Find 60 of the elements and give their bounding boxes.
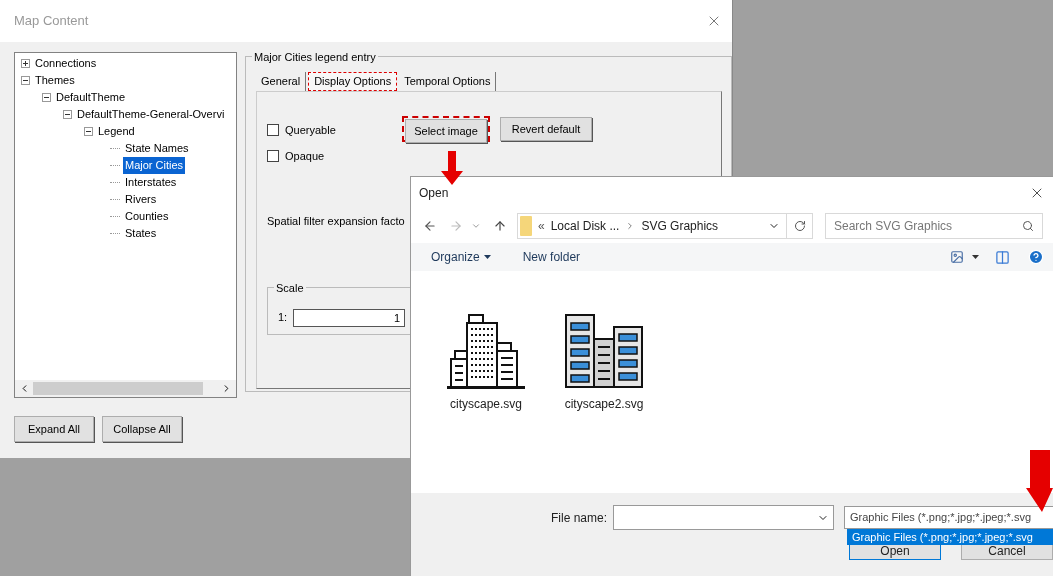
checkbox-label: Opaque <box>285 148 325 164</box>
field-label: Spatial filter expansion facto <box>267 214 405 229</box>
tree-item[interactable]: Major Cities <box>123 157 186 174</box>
checkbox[interactable] <box>267 124 279 137</box>
dialog-button[interactable]: Select image <box>405 119 487 143</box>
tree-item[interactable]: DefaultTheme <box>54 89 128 106</box>
tab[interactable]: Temporal Options <box>399 72 497 91</box>
tree-item[interactable]: DefaultTheme-General-Overvi <box>75 106 227 123</box>
dialog-title: Open <box>419 185 449 202</box>
refresh-icon[interactable] <box>793 220 806 232</box>
field-label: 1: <box>278 310 288 326</box>
tree-item[interactable]: State Names <box>123 140 191 157</box>
path-segment[interactable]: SVG Graphics <box>641 217 719 235</box>
tree-item[interactable]: Legend <box>96 123 137 140</box>
horizontal-scrollbar[interactable] <box>15 380 236 397</box>
dialog-button[interactable]: Revert default <box>500 117 592 141</box>
path-overflow[interactable]: « <box>538 217 545 235</box>
collapse-icon[interactable] <box>84 127 93 136</box>
window-title: Map Content <box>14 12 89 31</box>
tree-item[interactable]: Interstates <box>123 174 179 191</box>
scale-field[interactable]: 1 <box>293 308 406 327</box>
tree-item[interactable]: Rivers <box>123 191 159 208</box>
up-icon[interactable] <box>493 219 507 233</box>
file-type-field[interactable]: Graphic Files (*.png;*.jpg;*.jpeg;*.svg <box>844 506 1053 529</box>
collapse-icon[interactable] <box>63 110 72 119</box>
collapse-icon[interactable] <box>21 76 30 85</box>
preview-pane-icon[interactable] <box>995 249 1010 265</box>
tree-item[interactable]: Themes <box>33 72 77 89</box>
view-icon[interactable] <box>950 250 964 264</box>
path-segment[interactable]: Local Disk ... <box>550 217 620 235</box>
field-label: File name: <box>551 509 608 527</box>
caret-icon <box>483 255 491 259</box>
new-folder-button[interactable]: New folder <box>522 248 581 266</box>
dialog-button[interactable]: Expand All <box>14 416 94 442</box>
tab[interactable]: General <box>256 72 307 91</box>
checkbox-label: Queryable <box>285 123 336 138</box>
organize-button[interactable]: Organize <box>431 248 491 266</box>
arrow-annotation <box>441 151 463 185</box>
back-icon[interactable] <box>423 219 437 233</box>
expand-icon[interactable] <box>21 59 30 68</box>
tab[interactable]: Display Options <box>308 72 398 91</box>
file-name[interactable]: cityscape2.svg <box>564 395 644 413</box>
folder-icon <box>520 216 532 236</box>
search-icon <box>1022 220 1034 232</box>
buildings-icon <box>447 313 525 389</box>
address-bar[interactable]: « Local Disk ... SVG Graphics <box>517 213 813 239</box>
file-name-field[interactable] <box>613 505 834 530</box>
checkbox[interactable] <box>267 149 279 162</box>
file-name[interactable]: cityscape.svg <box>450 395 522 413</box>
caret-icon[interactable] <box>972 255 979 259</box>
collapse-icon[interactable] <box>42 93 51 102</box>
tree-item[interactable]: Connections <box>33 55 99 72</box>
dropdown-option[interactable]: Graphic Files (*.png;*.jpg;*.jpeg;*.svg <box>847 529 1053 545</box>
tree-item[interactable]: Counties <box>123 208 171 225</box>
dialog-button[interactable]: Collapse All <box>102 416 182 442</box>
tree-item[interactable]: States <box>123 225 159 242</box>
help-icon[interactable] <box>1028 249 1044 265</box>
search-input[interactable]: Search SVG Graphics <box>834 217 1004 235</box>
search-field[interactable]: Search SVG Graphics <box>825 213 1043 239</box>
scrollbar-thumb[interactable] <box>33 382 203 395</box>
